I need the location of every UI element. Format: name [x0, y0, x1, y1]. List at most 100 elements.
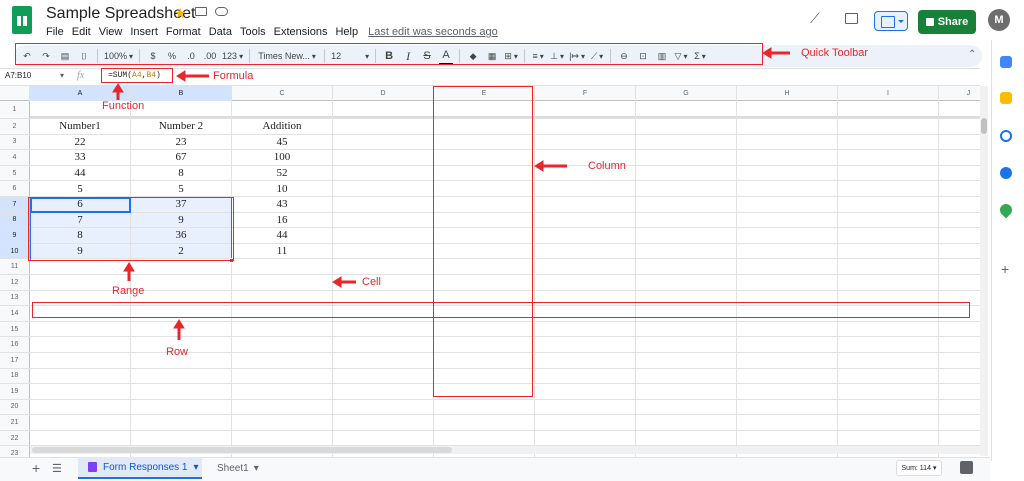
grid-cell[interactable]	[636, 196, 737, 212]
row-header[interactable]: 16	[0, 337, 30, 352]
grid-cell[interactable]: 36	[131, 228, 232, 243]
grid-cell[interactable]	[737, 181, 838, 196]
grid-cell[interactable]	[434, 259, 535, 274]
keep-icon[interactable]	[1000, 92, 1012, 104]
contacts-icon[interactable]	[1000, 167, 1012, 179]
increase-decimal-button[interactable]: .00	[203, 47, 217, 65]
row-header[interactable]: 4	[0, 150, 30, 165]
grid-cell[interactable]	[939, 228, 980, 243]
grid-cell[interactable]	[333, 384, 434, 399]
grid-cell[interactable]: 33	[30, 150, 131, 165]
grid-cell[interactable]	[30, 259, 131, 274]
grid-cell[interactable]	[636, 415, 737, 430]
grid-cell[interactable]	[737, 321, 838, 337]
grid-cell[interactable]	[838, 321, 939, 337]
grid-cell[interactable]	[939, 275, 980, 290]
grid-cell[interactable]	[333, 399, 434, 415]
tasks-icon[interactable]	[1000, 130, 1012, 142]
grid-cell[interactable]	[737, 196, 838, 212]
grid-cell[interactable]	[737, 212, 838, 228]
grid-cell[interactable]	[737, 352, 838, 368]
grid-cell[interactable]	[737, 101, 838, 118]
grid-cell[interactable]	[838, 243, 939, 259]
grid-cell[interactable]	[636, 150, 737, 165]
currency-format-button[interactable]: $	[146, 47, 160, 65]
grid-cell[interactable]	[737, 150, 838, 165]
grid-cell[interactable]	[939, 244, 980, 259]
grid-cell[interactable]	[636, 212, 737, 228]
grid-cell[interactable]	[131, 415, 232, 430]
grid-cell[interactable]	[939, 353, 980, 368]
grid-cell[interactable]	[232, 368, 333, 384]
redo-icon[interactable]: ↷	[39, 47, 53, 65]
grid-cell[interactable]	[535, 228, 636, 243]
grid-cell[interactable]	[939, 322, 980, 337]
grid-cell[interactable]	[434, 274, 535, 290]
grid-cell[interactable]	[636, 243, 737, 259]
grid-cell[interactable]	[737, 337, 838, 352]
grid-cell[interactable]	[232, 259, 333, 274]
grid-cell[interactable]	[232, 415, 333, 430]
grid-cell[interactable]: 8	[30, 228, 131, 243]
grid-cell[interactable]	[131, 321, 232, 337]
grid-cell[interactable]	[333, 306, 434, 321]
grid-cell[interactable]	[939, 291, 980, 306]
column-header[interactable]: D	[333, 86, 434, 101]
grid-cell[interactable]	[737, 384, 838, 399]
grid-cell[interactable]	[939, 150, 980, 165]
grid-cell[interactable]	[535, 243, 636, 259]
row-header[interactable]: 18	[0, 368, 30, 384]
horizontal-scroll-thumb[interactable]	[32, 447, 452, 453]
grid-cell[interactable]	[838, 165, 939, 181]
grid-cell[interactable]	[838, 290, 939, 306]
grid-cell[interactable]	[939, 431, 980, 446]
grid-cell[interactable]	[434, 290, 535, 306]
grid-cell[interactable]	[434, 101, 535, 118]
grid-cell[interactable]	[232, 384, 333, 399]
row-header[interactable]: 22	[0, 430, 30, 446]
column-header[interactable]: A	[30, 86, 131, 101]
grid-cell[interactable]: 44	[30, 165, 131, 181]
row-header[interactable]: 19	[0, 384, 30, 399]
row-header[interactable]: 15	[0, 321, 30, 337]
grid-cell[interactable]	[939, 337, 980, 352]
row-header[interactable]: 14	[0, 306, 30, 321]
grid-cell[interactable]	[535, 399, 636, 415]
grid-cell[interactable]	[636, 290, 737, 306]
fill-handle[interactable]	[229, 258, 234, 263]
grid-cell[interactable]	[131, 384, 232, 399]
grid-cell[interactable]	[737, 306, 838, 321]
sum-status-select[interactable]: Sum: 114 ▾	[896, 460, 942, 476]
grid-cell[interactable]	[131, 430, 232, 446]
grid-cell[interactable]	[838, 259, 939, 274]
grid-cell[interactable]	[636, 352, 737, 368]
font-size-select[interactable]: 12	[331, 47, 369, 65]
menu-tools[interactable]: Tools	[240, 26, 266, 40]
grid-cell[interactable]	[535, 290, 636, 306]
font-family-select[interactable]: Times New...	[256, 47, 318, 65]
bold-button[interactable]: B	[382, 47, 396, 65]
grid-cell[interactable]	[30, 368, 131, 384]
grid-cell[interactable]	[737, 274, 838, 290]
grid-cell[interactable]	[838, 101, 939, 118]
grid-cell[interactable]: 52	[232, 165, 333, 181]
grid-cell[interactable]	[737, 290, 838, 306]
grid-cell[interactable]	[131, 290, 232, 306]
grid-cell[interactable]: Addition	[232, 119, 333, 134]
row-header[interactable]: 3	[0, 134, 30, 150]
grid-cell[interactable]	[838, 181, 939, 196]
menu-edit[interactable]: Edit	[72, 26, 91, 40]
grid-cell[interactable]	[535, 181, 636, 196]
grid-cell[interactable]: 44	[232, 228, 333, 243]
grid-cell[interactable]	[838, 134, 939, 150]
grid-cell[interactable]	[333, 212, 434, 228]
grid-cell[interactable]	[232, 399, 333, 415]
grid-cell[interactable]	[131, 306, 232, 321]
grid-cell[interactable]	[232, 306, 333, 321]
grid-cell[interactable]	[333, 337, 434, 352]
chevron-down-icon[interactable]: ▾	[254, 463, 259, 474]
grid-cell[interactable]	[838, 430, 939, 446]
grid-cell[interactable]	[434, 119, 535, 134]
grid-cell[interactable]	[636, 181, 737, 196]
grid-cell[interactable]: 10	[232, 181, 333, 196]
